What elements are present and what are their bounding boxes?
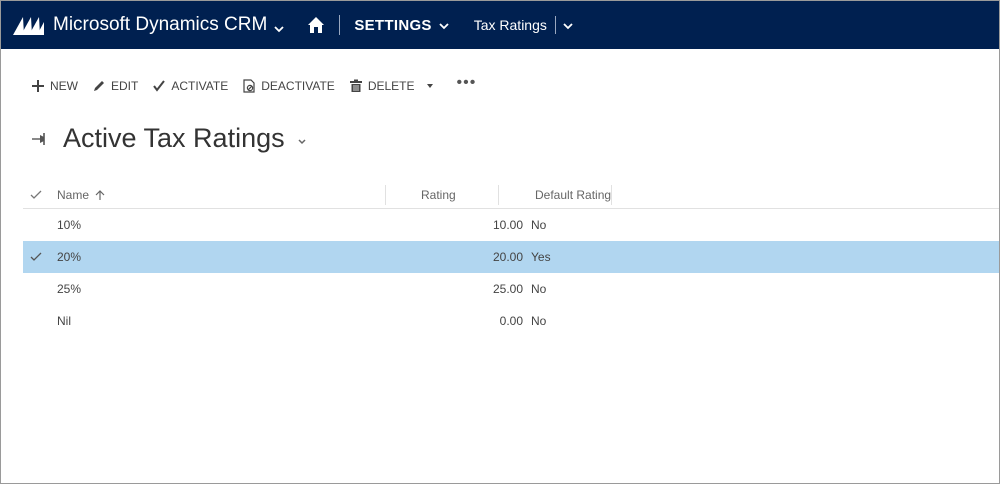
new-button[interactable]: NEW (31, 79, 78, 93)
column-header-default-rating-label: Default Rating (535, 187, 612, 202)
delete-button[interactable]: DELETE (349, 79, 435, 93)
delete-button-label: DELETE (367, 79, 415, 93)
activate-button[interactable]: ACTIVATE (152, 79, 228, 93)
cell-name[interactable]: 10% (49, 218, 411, 232)
entity-label: Tax Ratings (473, 17, 547, 33)
cell-default-rating: No (531, 218, 547, 232)
cell-name[interactable]: Nil (49, 314, 411, 328)
dynamics-logo-icon[interactable] (11, 1, 47, 49)
app-name-menu[interactable]: Microsoft Dynamics CRM (53, 14, 285, 36)
cell-default-rating: No (531, 314, 547, 328)
chevron-down-icon (438, 19, 450, 31)
column-header-rating[interactable]: Rating (411, 188, 523, 202)
column-header-rating-label: Rating (421, 187, 456, 202)
column-header-name-label: Name (57, 187, 90, 202)
view-header: Active Tax Ratings (31, 123, 307, 154)
checkmark-icon (30, 252, 42, 261)
more-commands-button[interactable]: ••• (457, 75, 477, 91)
view-title[interactable]: Active Tax Ratings (63, 123, 285, 154)
checkmark-icon (153, 80, 166, 92)
trash-icon (349, 79, 362, 92)
column-header-default-rating[interactable]: Default Rating (523, 188, 643, 202)
cell-name[interactable]: 25% (49, 282, 411, 296)
deactivate-button-label: DEACTIVATE (261, 79, 335, 93)
cell-default-rating: Yes (531, 250, 551, 264)
nav-divider (554, 16, 556, 34)
table-row[interactable]: 10% 10.00 No (23, 209, 999, 241)
grid-header-row: Name Rating Default Rating (23, 181, 999, 209)
checkmark-icon (30, 190, 42, 199)
chevron-down-icon (273, 19, 285, 33)
app-name-label: Microsoft Dynamics CRM (53, 14, 268, 35)
sort-ascending-icon (95, 189, 105, 200)
cell-name[interactable]: 20% (49, 250, 411, 264)
caret-down-icon[interactable] (425, 81, 435, 91)
pin-icon[interactable] (31, 130, 49, 148)
select-all-checkbox[interactable] (23, 189, 49, 201)
new-button-label: NEW (50, 79, 78, 93)
cell-rating: 20.00 (492, 250, 523, 264)
table-row[interactable]: 25% 25.00 No (23, 273, 999, 305)
top-nav-bar: Microsoft Dynamics CRM SETTINGS Tax Rati… (1, 1, 999, 49)
app-window: Microsoft Dynamics CRM SETTINGS Tax Rati… (0, 0, 1000, 484)
entity-menu[interactable]: Tax Ratings (474, 16, 574, 34)
nav-divider (339, 15, 341, 35)
column-divider[interactable] (498, 185, 499, 205)
chevron-down-icon (562, 19, 574, 31)
cell-rating: 10.00 (492, 218, 523, 232)
command-bar: NEW EDIT ACTIVATE DEACTIVATE DELETE ••• (1, 71, 999, 101)
cell-default-rating: No (531, 282, 547, 296)
plus-icon (32, 80, 44, 92)
edit-button-label: EDIT (111, 79, 139, 93)
home-icon[interactable] (307, 15, 327, 35)
pencil-icon (94, 81, 104, 91)
row-checkbox[interactable] (23, 251, 49, 263)
edit-button[interactable]: EDIT (92, 79, 138, 93)
view-selector-chevron-icon[interactable] (297, 134, 307, 144)
settings-area-label: SETTINGS (354, 16, 432, 34)
column-header-name[interactable]: Name (49, 188, 411, 202)
deactivate-button[interactable]: DEACTIVATE (242, 79, 335, 93)
deactivate-document-icon (243, 79, 255, 93)
table-row[interactable]: Nil 0.00 No (23, 305, 999, 337)
cell-rating: 25.00 (492, 282, 523, 296)
settings-area-menu[interactable]: SETTINGS (354, 17, 449, 34)
activate-button-label: ACTIVATE (171, 79, 229, 93)
column-divider[interactable] (385, 185, 386, 205)
column-divider[interactable] (611, 185, 612, 205)
cell-rating: 0.00 (499, 314, 523, 328)
records-grid: Name Rating Default Rating 10% 10.00 No (23, 181, 999, 337)
table-row[interactable]: 20% 20.00 Yes (23, 241, 999, 273)
